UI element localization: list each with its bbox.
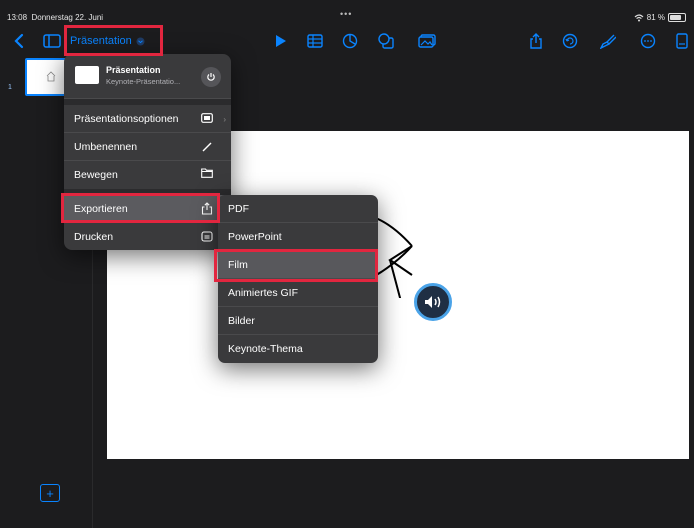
export-submenu: PDF PowerPoint Film Animiertes GIF Bilde… <box>218 195 378 363</box>
document-title-button[interactable]: Präsentation <box>70 26 160 56</box>
pencil-icon <box>201 141 213 156</box>
power-icon[interactable] <box>201 67 221 87</box>
speaker-icon <box>425 296 441 308</box>
sketch-drawing <box>362 213 413 298</box>
menu-item-move[interactable]: Bewegen <box>64 161 231 188</box>
chevron-down-icon <box>136 37 145 45</box>
document-name: Präsentation <box>106 65 161 75</box>
menu-item-print[interactable]: Drucken <box>64 223 231 250</box>
document-type: Keynote-Präsentatio... <box>106 77 181 86</box>
menu-separator <box>64 99 231 105</box>
chart-icon[interactable] <box>340 26 360 56</box>
battery-percent: 81 % <box>646 13 665 22</box>
sidebar-toggle-icon[interactable] <box>42 26 62 56</box>
share-icon[interactable] <box>526 26 546 56</box>
add-slide-button[interactable]: + <box>40 484 60 502</box>
multitask-dots[interactable]: ••• <box>340 9 352 19</box>
house-sketch-icon <box>46 71 56 82</box>
presentation-options-icon <box>201 113 213 126</box>
document-info: Präsentation Keynote-Präsentatio... <box>64 54 231 99</box>
status-time: 13:08 Donnerstag 22. Juni <box>7 13 104 22</box>
menu-item-rename[interactable]: Umbenennen <box>64 134 231 161</box>
status-bar: 13:08 Donnerstag 22. Juni ••• 81 % <box>0 0 694 22</box>
folder-icon <box>201 168 213 181</box>
document-thumbnail <box>75 66 99 84</box>
document-setup-icon[interactable] <box>674 26 690 56</box>
menu-item-presentation-options[interactable]: Präsentationsoptionen › <box>64 106 231 133</box>
document-title: Präsentation <box>70 35 132 47</box>
audio-object[interactable] <box>414 283 452 321</box>
slide-number: 1 <box>8 84 12 91</box>
export-option-pdf[interactable]: PDF <box>218 195 378 223</box>
battery-icon <box>668 13 686 22</box>
more-icon[interactable] <box>638 26 658 56</box>
undo-icon[interactable] <box>560 26 580 56</box>
export-option-images[interactable]: Bilder <box>218 307 378 335</box>
battery-status: 81 % <box>634 13 686 22</box>
table-icon[interactable] <box>305 26 325 56</box>
presentation-menu: Präsentation Keynote-Präsentatio... Präs… <box>64 54 231 250</box>
chevron-right-icon: › <box>223 115 226 124</box>
media-icon[interactable] <box>416 26 438 56</box>
printer-icon <box>201 230 213 245</box>
menu-item-export[interactable]: Exportieren <box>64 195 231 222</box>
export-option-film[interactable]: Film <box>218 251 378 279</box>
shapes-icon[interactable] <box>376 26 396 56</box>
export-icon <box>201 202 213 218</box>
export-option-animated-gif[interactable]: Animiertes GIF <box>218 279 378 307</box>
format-brush-icon[interactable] <box>598 26 618 56</box>
wifi-icon <box>634 13 644 21</box>
export-option-powerpoint[interactable]: PowerPoint <box>218 223 378 251</box>
export-option-keynote-theme[interactable]: Keynote-Thema <box>218 335 378 363</box>
play-icon[interactable] <box>272 26 290 56</box>
back-chevron-icon[interactable] <box>10 26 28 56</box>
